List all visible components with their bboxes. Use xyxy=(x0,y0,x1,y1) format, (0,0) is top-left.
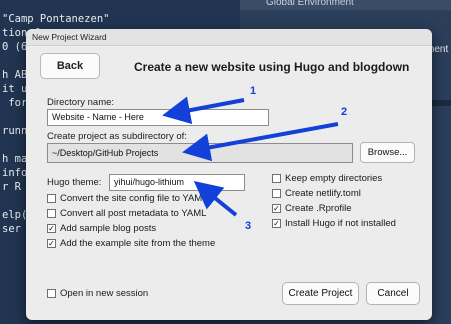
checkbox-label: Install Hugo if not installed xyxy=(285,218,396,229)
cancel-button[interactable]: Cancel xyxy=(366,282,420,305)
checkbox-label: Convert all post metadata to YAML xyxy=(60,208,207,219)
browse-button[interactable]: Browse... xyxy=(360,142,415,163)
subdirectory-input[interactable]: ~/Desktop/GitHub Projects xyxy=(47,143,353,163)
annotation-number-1: 1 xyxy=(250,85,257,97)
checkbox-label: Keep empty directories xyxy=(285,173,383,184)
hugo-theme-label: Hugo theme: xyxy=(47,177,102,188)
directory-name-label: Directory name: xyxy=(47,97,115,108)
annotation-number-3: 3 xyxy=(245,220,252,232)
install-hugo-checkbox[interactable]: ✓ Install Hugo if not installed xyxy=(272,218,396,229)
annotation-number-2: 2 xyxy=(341,106,348,118)
checkbox-box[interactable] xyxy=(272,174,281,183)
checkbox-box[interactable] xyxy=(47,289,56,298)
open-new-session-checkbox[interactable]: Open in new session xyxy=(47,288,148,299)
dialog-titlebar[interactable]: New Project Wizard xyxy=(26,29,432,46)
new-project-wizard-dialog: New Project Wizard Back Create a new web… xyxy=(26,29,432,320)
checkbox-label: Convert the site config file to YAML xyxy=(60,193,208,204)
create-project-button[interactable]: Create Project xyxy=(282,282,359,305)
environment-selector[interactable]: Global Environment xyxy=(266,0,354,8)
dialog-heading: Create a new website using Hugo and blog… xyxy=(134,60,410,74)
checkbox-box[interactable] xyxy=(47,209,56,218)
checkmark-icon[interactable]: ✓ xyxy=(47,239,56,248)
dialog-title: New Project Wizard xyxy=(32,32,107,42)
checkbox-label: Create netlify.toml xyxy=(285,188,361,199)
add-example-site-checkbox[interactable]: ✓ Add the example site from the theme xyxy=(47,238,215,249)
checkbox-box[interactable] xyxy=(272,189,281,198)
convert-config-yaml-checkbox[interactable]: Convert the site config file to YAML xyxy=(47,193,208,204)
checkbox-label: Add sample blog posts xyxy=(60,223,157,234)
keep-empty-dirs-checkbox[interactable]: Keep empty directories xyxy=(272,173,382,184)
checkbox-label: Open in new session xyxy=(60,288,149,299)
checkmark-icon[interactable]: ✓ xyxy=(272,204,281,213)
checkmark-icon[interactable]: ✓ xyxy=(47,224,56,233)
environment-toolbar: Global Environment xyxy=(240,0,451,10)
directory-name-input[interactable]: Website - Name - Here xyxy=(47,109,269,126)
hugo-theme-input[interactable]: yihui/hugo-lithium xyxy=(109,174,245,191)
subdirectory-label: Create project as subdirectory of: xyxy=(47,131,187,142)
create-netlify-toml-checkbox[interactable]: Create netlify.toml xyxy=(272,188,361,199)
convert-post-metadata-checkbox[interactable]: Convert all post metadata to YAML xyxy=(47,208,206,219)
console-line: "Camp Pontanezen" xyxy=(2,13,110,25)
checkmark-icon[interactable]: ✓ xyxy=(272,219,281,228)
checkbox-label: Add the example site from the theme xyxy=(60,238,216,249)
add-sample-posts-checkbox[interactable]: ✓ Add sample blog posts xyxy=(47,223,156,234)
back-button[interactable]: Back xyxy=(40,53,100,79)
checkbox-label: Create .Rprofile xyxy=(285,203,352,214)
create-rprofile-checkbox[interactable]: ✓ Create .Rprofile xyxy=(272,203,352,214)
checkbox-box[interactable] xyxy=(47,194,56,203)
